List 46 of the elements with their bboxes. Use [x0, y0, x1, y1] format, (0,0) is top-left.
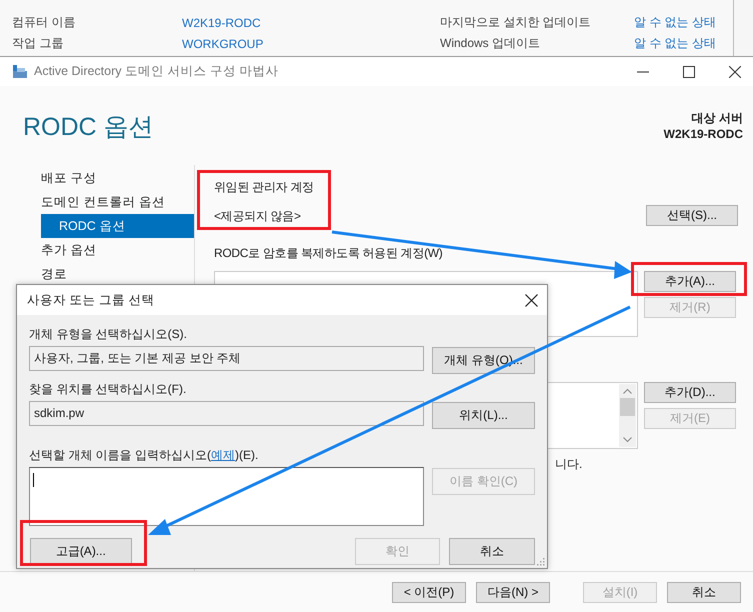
field-label: 선택할 개체 이름을 입력하십시오(예제)(E). [29, 447, 260, 464]
property-value[interactable]: 알 수 없는 상태 [634, 14, 716, 31]
nav-item[interactable]: 도메인 컨트롤러 옵션 [41, 190, 194, 214]
object-type-field: 사용자, 그룹, 또는 기본 제공 보안 주체 [29, 346, 424, 371]
examples-link[interactable]: 예제 [211, 448, 235, 462]
nav-item[interactable]: 배포 구성 [41, 166, 194, 190]
advanced-button[interactable]: 고급(A)... [30, 538, 132, 565]
property-value[interactable]: W2K19-RODC [182, 16, 440, 30]
add-button[interactable]: 추가(A)... [644, 271, 736, 292]
property-value[interactable]: WORKGROUP [182, 36, 440, 50]
target-server-name: W2K19-RODC [664, 126, 743, 142]
location-button[interactable]: 위치(L)... [432, 402, 535, 429]
nav-item[interactable]: RODC 옵션 [41, 214, 194, 238]
resize-grip-icon[interactable] [536, 557, 545, 566]
close-icon[interactable] [729, 66, 741, 78]
field-label: RODC로 암호를 복제하도록 허용된 계정(W) [214, 245, 444, 262]
property-label: 마지막으로 설치한 업데이트 [440, 14, 592, 31]
wizard-button[interactable]: 취소 [667, 582, 741, 602]
nav-item[interactable]: 경로 [41, 262, 194, 286]
scroll-up-icon[interactable] [623, 388, 632, 394]
property-label: Windows 업데이트 [440, 35, 542, 52]
field-label: 개체 유형을 선택하십시오(S). [29, 326, 188, 343]
nav-item[interactable]: 추가 옵션 [41, 238, 194, 262]
field-label: 위임된 관리자 계정 [214, 179, 315, 196]
property-value[interactable]: 알 수 없는 상태 [634, 35, 716, 52]
note-text: 니다. [555, 456, 584, 472]
close-icon[interactable] [525, 294, 538, 306]
field-label: 찾을 위치를 선택하십시오(F). [29, 381, 188, 398]
property-label: 컴퓨터 이름 [11, 14, 76, 31]
property-label: 작업 그룹 [11, 35, 64, 52]
window-title: Active Directory 도메인 서비스 구성 마법사 [34, 63, 278, 80]
dialog-button[interactable]: 취소 [449, 538, 535, 565]
object-name-input[interactable] [29, 467, 424, 526]
scroll-down-icon[interactable] [623, 437, 632, 443]
target-server-label: 대상 서버 [692, 110, 743, 126]
directory-icon [12, 64, 28, 78]
select-button[interactable]: 선택(S)... [646, 205, 738, 226]
wizard-button[interactable]: 다음(N) > [476, 582, 550, 602]
wizard-button[interactable]: < 이전(P) [392, 582, 466, 602]
add-button[interactable]: 추가(D)... [644, 382, 736, 403]
page-heading: RODC 옵션 [23, 112, 154, 143]
maximize-icon[interactable] [683, 66, 695, 78]
scrollbar[interactable] [619, 384, 636, 447]
dialog-title: 사용자 또는 그룹 선택 [27, 292, 154, 308]
field-value: <제공되지 않음> [214, 208, 301, 224]
location-field: sdkim.pw [29, 401, 424, 426]
